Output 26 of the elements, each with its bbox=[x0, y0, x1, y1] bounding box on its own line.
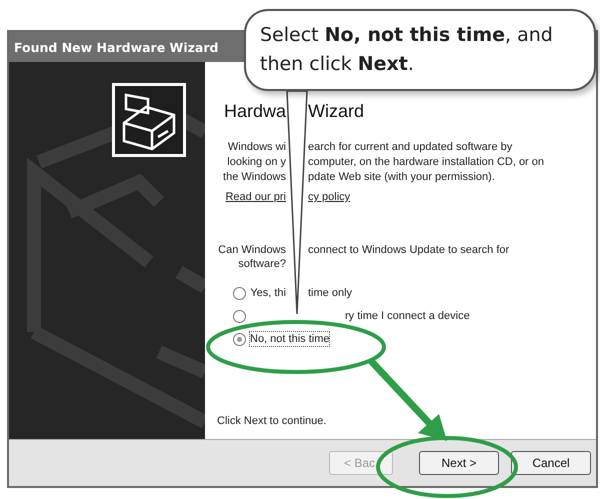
radio-button[interactable] bbox=[233, 286, 246, 300]
wizard-heading: Hardwa bbox=[224, 100, 286, 122]
privacy-link[interactable]: cy policy bbox=[308, 190, 350, 205]
privacy-link[interactable]: Read our pri bbox=[225, 190, 286, 205]
drive-icon bbox=[112, 83, 186, 157]
intro-text: the Windows bbox=[223, 170, 286, 185]
intro-text: pdate Web site (with your permission). bbox=[308, 170, 495, 185]
option-label: No, not this time bbox=[250, 332, 330, 346]
question-text: Can Windows bbox=[218, 243, 286, 257]
radio-button[interactable] bbox=[233, 332, 246, 346]
option-label: Yes, thi bbox=[250, 286, 286, 300]
wizard-button[interactable]: Next > bbox=[419, 451, 499, 475]
question-text: connect to Windows Update to search for bbox=[308, 243, 510, 257]
window-title: Found New Hardware Wizard bbox=[14, 40, 218, 54]
question-text: software? bbox=[238, 257, 286, 271]
continue-hint: Click Next to continue. bbox=[217, 415, 328, 427]
radio-button[interactable] bbox=[233, 310, 246, 322]
intro-text: looking on y bbox=[227, 155, 286, 170]
option-label: ry time I connect a device bbox=[345, 309, 470, 323]
option-label: time only bbox=[308, 286, 352, 300]
intro-text: computer, on the hardware installation CD, or on bbox=[308, 155, 544, 170]
wizard-heading: Wizard bbox=[308, 100, 364, 122]
intro-text: earch for current and updated software by bbox=[308, 140, 512, 155]
intro-text: Windows wi bbox=[228, 140, 286, 155]
wizard-button[interactable]: Cancel bbox=[511, 451, 591, 475]
callout-bubble: Select No, not this time, and then click Next. bbox=[244, 9, 596, 91]
